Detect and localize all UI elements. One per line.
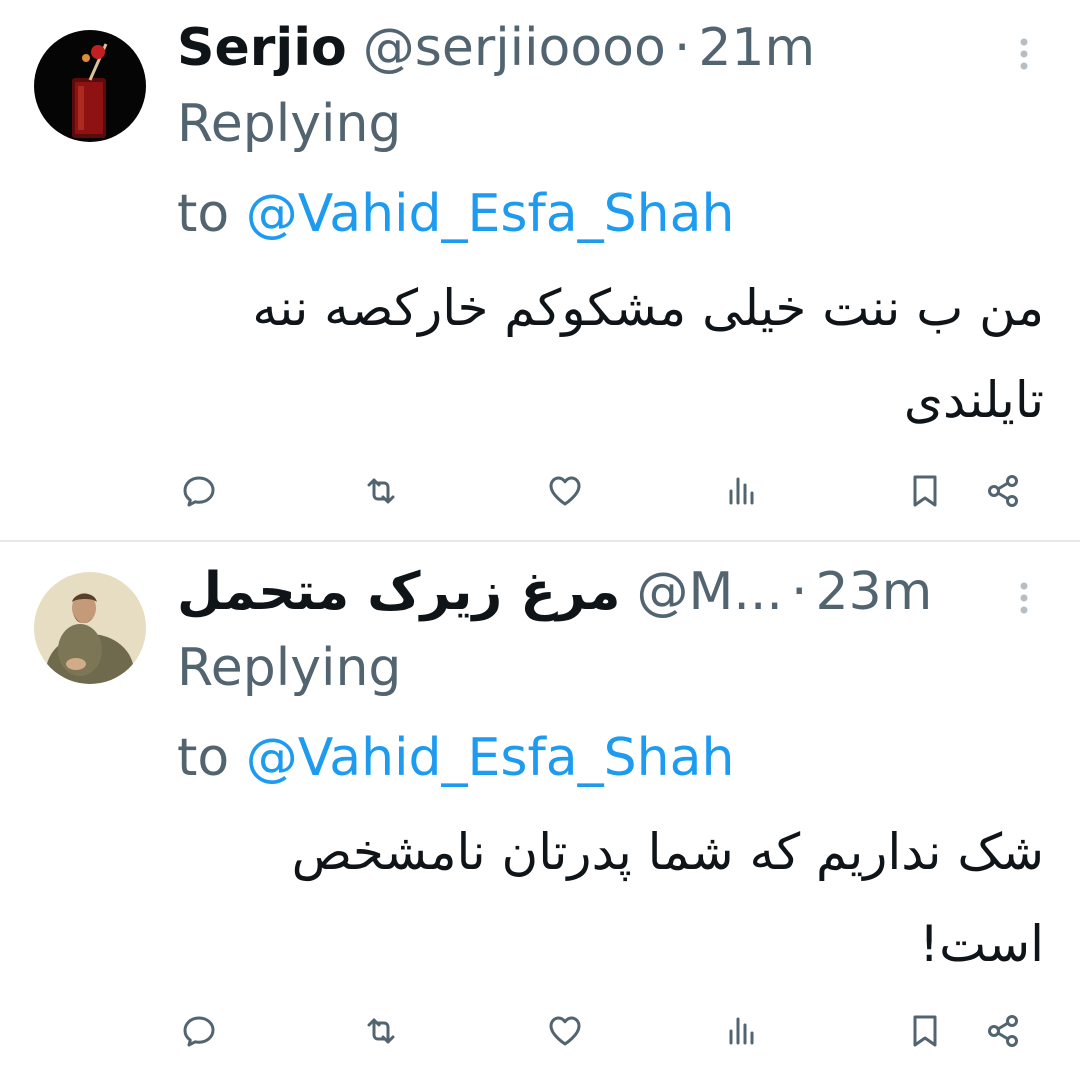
views-icon[interactable] [716,1006,766,1056]
separator: · [790,562,808,622]
reply-icon[interactable] [174,1006,224,1056]
tweet[interactable]: Serjio @serjiioooo · 21m Replying to @Va… [0,0,1080,540]
avatar[interactable] [34,572,146,684]
replying-to-line: to @Vahid_Esfa_Shah [177,184,734,244]
avatar[interactable] [34,30,146,142]
share-icon[interactable] [978,1006,1028,1056]
tweet-header: Serjio @serjiioooo · 21m [177,12,815,84]
replying-label: Replying [177,638,402,698]
timestamp[interactable]: 23m [815,556,932,628]
tweet-header: مرغ زیرک متحمل @M... · 23m [177,556,932,628]
bookmark-icon[interactable] [900,466,950,516]
replying-to-word: to [177,728,230,788]
user-handle[interactable]: @serjiioooo [363,12,666,84]
tweet-text: شک نداریم که شما پدرتان نامشخص است! [291,823,1044,973]
separator: · [673,18,691,78]
tweet-text: من ب ننت خیلی مشکوکم خارکصه ننه تایلندی [252,279,1044,429]
action-bar [0,1006,1080,1056]
bookmark-icon[interactable] [900,1006,950,1056]
display-name[interactable]: Serjio [177,12,347,84]
more-options-icon[interactable] [1012,578,1036,618]
views-icon[interactable] [716,466,766,516]
share-icon[interactable] [978,466,1028,516]
reply-icon[interactable] [174,466,224,516]
retweet-icon[interactable] [356,466,406,516]
mention-link[interactable]: @Vahid_Esfa_Shah [246,184,735,244]
mention-link[interactable]: @Vahid_Esfa_Shah [246,728,735,788]
replying-label: Replying [177,94,402,154]
timestamp[interactable]: 21m [698,12,815,84]
like-icon[interactable] [540,466,590,516]
portrait-painting-avatar-icon [34,572,146,684]
user-handle[interactable]: @M... [637,556,783,628]
replying-to-word: to [177,184,230,244]
replying-to-line: to @Vahid_Esfa_Shah [177,728,734,788]
like-icon[interactable] [540,1006,590,1056]
drink-glass-avatar-icon [34,30,146,142]
more-options-icon[interactable] [1012,34,1036,74]
tweet-divider [0,540,1080,542]
retweet-icon[interactable] [356,1006,406,1056]
tweet[interactable]: مرغ زیرک متحمل @M... · 23m Replying to @… [0,544,1080,1066]
action-bar [0,466,1080,516]
display-name[interactable]: مرغ زیرک متحمل [177,556,621,628]
